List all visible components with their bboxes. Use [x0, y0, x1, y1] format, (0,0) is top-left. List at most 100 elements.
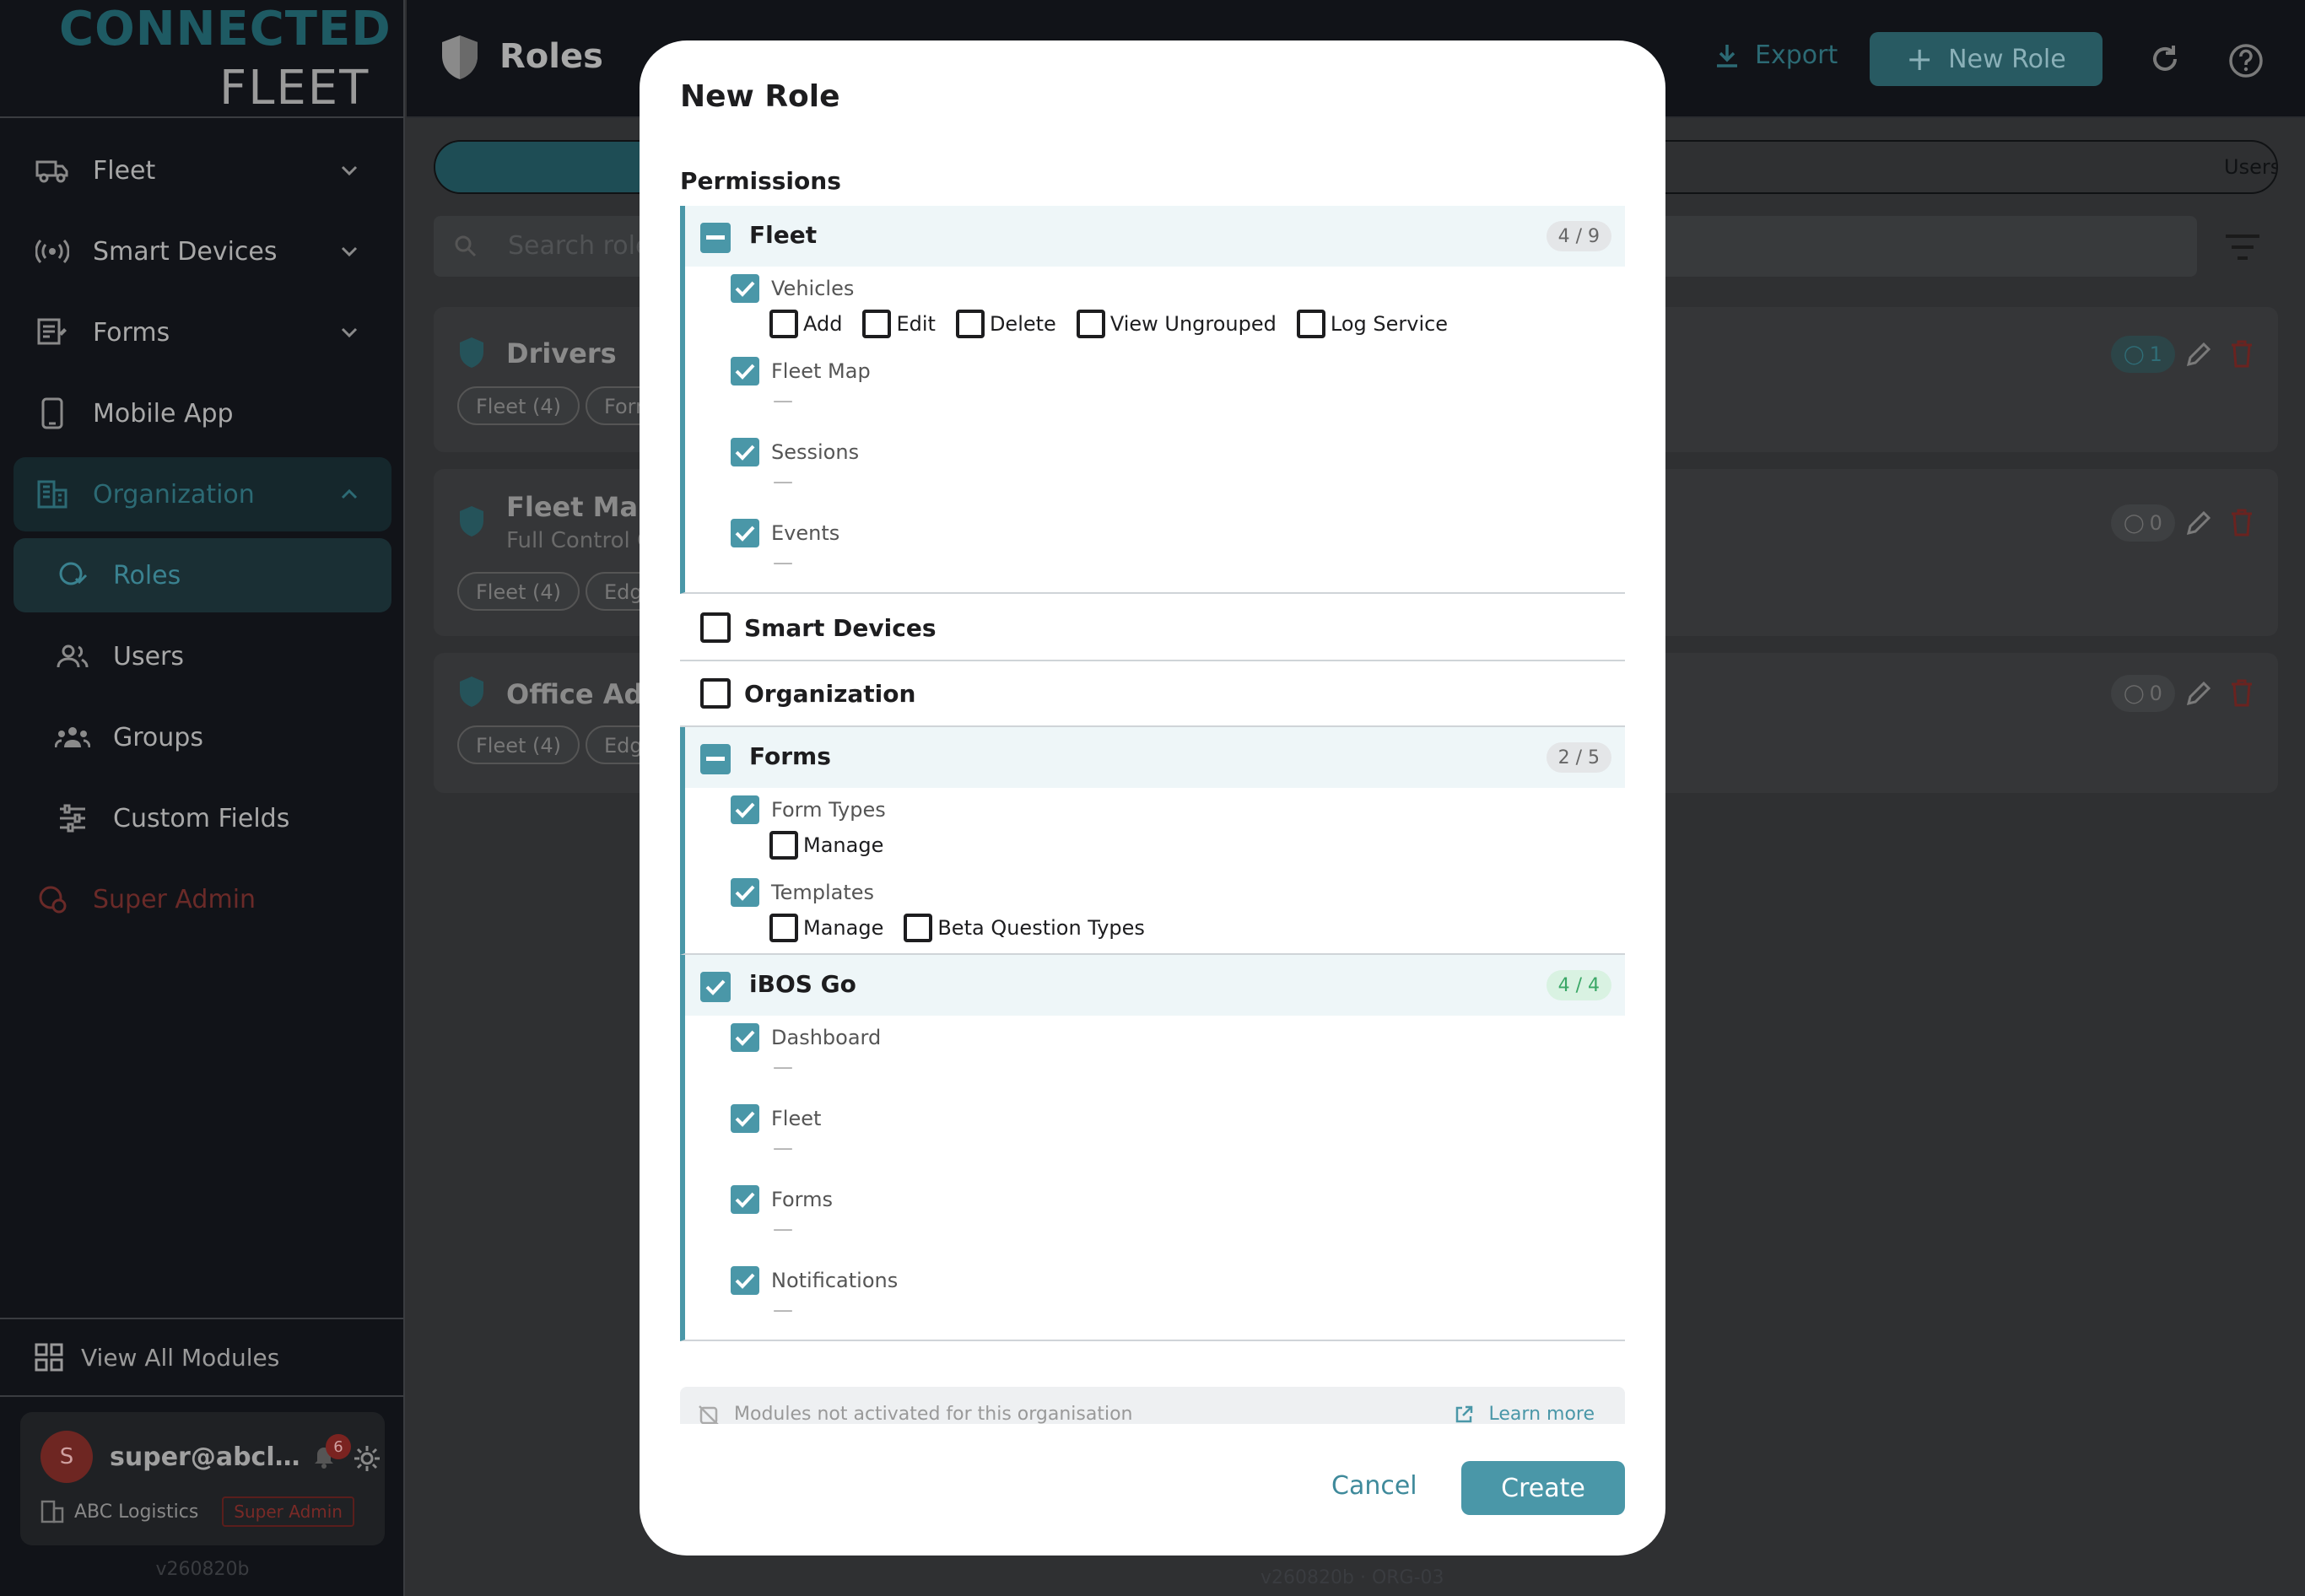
sidebar: CONNECTED FLEET Fleet Smart Devices Form… [0, 0, 405, 1596]
edit-icon[interactable] [2185, 510, 2212, 536]
checkbox-notifications[interactable] [731, 1266, 759, 1295]
admin-shield-icon [34, 881, 71, 918]
permission-name: Forms [771, 1188, 833, 1211]
permission-name: Form Types [771, 798, 886, 822]
new-role-button[interactable]: + New Role [1870, 32, 2103, 86]
trash-icon[interactable] [2229, 678, 2254, 707]
gear-icon[interactable] [353, 1444, 381, 1473]
checkbox-forms[interactable] [731, 1185, 759, 1214]
group-header[interactable]: Smart Devices [680, 594, 1625, 660]
trash-icon[interactable] [2229, 508, 2254, 536]
checkbox-events[interactable] [731, 519, 759, 547]
action-manage[interactable]: Manage [769, 914, 883, 942]
permission-group-organization: Organization [680, 661, 1625, 727]
role-chip: Fleet (4) [457, 572, 580, 611]
app-version: v260820b [155, 1559, 250, 1580]
notification-badge: 6 [326, 1434, 351, 1459]
group-checkbox-smart-devices[interactable] [700, 612, 731, 643]
refresh-icon[interactable] [2148, 42, 2182, 76]
sidebar-item-label: Forms [93, 317, 170, 348]
check-icon [735, 1273, 755, 1289]
checkbox-templates[interactable] [731, 878, 759, 907]
filter-icon[interactable] [2224, 233, 2261, 262]
action-view-ungrouped[interactable]: View Ungrouped [1076, 310, 1277, 338]
search-icon [455, 235, 477, 257]
person-icon: ◯ [2124, 343, 2145, 365]
create-button[interactable]: Create [1461, 1461, 1625, 1515]
avatar[interactable]: S [40, 1431, 93, 1483]
no-actions-dash: — [773, 470, 793, 493]
role-badge: Super Admin [222, 1496, 354, 1527]
plus-icon: + [1906, 40, 1934, 78]
permission-templates: Templates Manage Beta Question Types [685, 871, 1625, 953]
new-role-dialog: New Role Permissions Fleet 4 / 9 Vehicle… [640, 40, 1665, 1556]
sidebar-item-smart-devices[interactable]: Smart Devices [13, 214, 391, 288]
edit-icon[interactable] [2185, 341, 2212, 368]
group-checkbox-organization[interactable] [700, 678, 731, 709]
sidebar-item-users[interactable]: Users [13, 619, 391, 693]
sidebar-item-label: Custom Fields [113, 803, 290, 833]
broadcast-icon [34, 233, 71, 270]
action-log-service[interactable]: Log Service [1296, 310, 1448, 338]
help-icon[interactable] [2227, 42, 2265, 79]
tab-users[interactable]: Users [2224, 155, 2276, 179]
action-manage[interactable]: Manage [769, 831, 883, 860]
group-count: 4 / 9 [1546, 221, 1611, 251]
action-beta-question-types[interactable]: Beta Question Types [904, 914, 1145, 942]
sidebar-item-forms[interactable]: Forms [13, 295, 391, 369]
sidebar-item-organization[interactable]: Organization [13, 457, 391, 531]
checkbox-fleet[interactable] [731, 1104, 759, 1133]
permissions-list[interactable]: Fleet 4 / 9 Vehicles Add Edit Delete Vie… [680, 206, 1625, 1421]
action-edit[interactable]: Edit [862, 310, 936, 338]
sidebar-item-super-admin[interactable]: Super Admin [13, 862, 391, 936]
group-checkbox-ibos-go[interactable] [700, 972, 731, 1002]
checkbox-fleet-map[interactable] [731, 357, 759, 386]
permissions-label: Permissions [680, 167, 841, 195]
learn-more-link[interactable]: Learn more [1454, 1404, 1595, 1424]
permission-group-ibos-go: iBOS Go 4 / 4 Dashboard — Fleet — Forms … [680, 955, 1625, 1341]
group-checkbox-forms[interactable] [700, 744, 731, 774]
permission-name: Vehicles [771, 277, 855, 300]
permission-actions: Manage Beta Question Types [731, 909, 1625, 946]
permission-form-types: Form Types Manage [685, 788, 1625, 871]
group-header[interactable]: Fleet 4 / 9 [685, 206, 1625, 267]
group-checkbox-fleet[interactable] [700, 223, 731, 253]
checkbox-dashboard[interactable] [731, 1023, 759, 1052]
view-all-modules-button[interactable]: View All Modules [0, 1318, 405, 1397]
sliders-icon [54, 800, 91, 837]
trash-icon[interactable] [2229, 339, 2254, 368]
sidebar-item-custom-fields[interactable]: Custom Fields [13, 781, 391, 855]
sidebar-item-label: Groups [113, 722, 203, 752]
checkbox-vehicles[interactable] [731, 274, 759, 303]
group-count: 2 / 5 [1546, 742, 1611, 773]
action-delete[interactable]: Delete [955, 310, 1056, 338]
export-button[interactable]: Export [1713, 40, 1838, 70]
checkbox-form-types[interactable] [731, 795, 759, 824]
edit-icon[interactable] [2185, 680, 2212, 707]
permission-vehicles: Vehicles Add Edit Delete View Ungrouped … [685, 267, 1625, 349]
role-name: Drivers [506, 337, 617, 369]
permission-dashboard: Dashboard — [685, 1016, 1625, 1097]
chevron-down-icon [341, 246, 358, 257]
users-icon [54, 638, 91, 675]
sidebar-item-roles[interactable]: Roles [13, 538, 391, 612]
group-header[interactable]: iBOS Go 4 / 4 [685, 955, 1625, 1016]
permission-name: Dashboard [771, 1026, 882, 1049]
truck-icon [34, 152, 71, 189]
view-all-label: View All Modules [81, 1343, 280, 1372]
sidebar-item-mobile-app[interactable]: Mobile App [13, 376, 391, 450]
chevron-down-icon [341, 165, 358, 176]
shield-icon [460, 677, 483, 707]
action-add[interactable]: Add [769, 310, 842, 338]
sidebar-item-label: Users [113, 641, 185, 671]
checkbox-sessions[interactable] [731, 438, 759, 466]
group-header[interactable]: Forms 2 / 5 [685, 727, 1625, 788]
cancel-button[interactable]: Cancel [1331, 1471, 1417, 1501]
group-header[interactable]: Organization [680, 661, 1625, 725]
no-actions-dash: — [773, 1217, 793, 1241]
sidebar-item-groups[interactable]: Groups [13, 700, 391, 774]
permission-name: Fleet Map [771, 359, 871, 383]
sidebar-item-fleet[interactable]: Fleet [13, 133, 391, 208]
user-count-badge: ◯ 0 [2111, 504, 2175, 542]
minus-icon [706, 757, 725, 761]
